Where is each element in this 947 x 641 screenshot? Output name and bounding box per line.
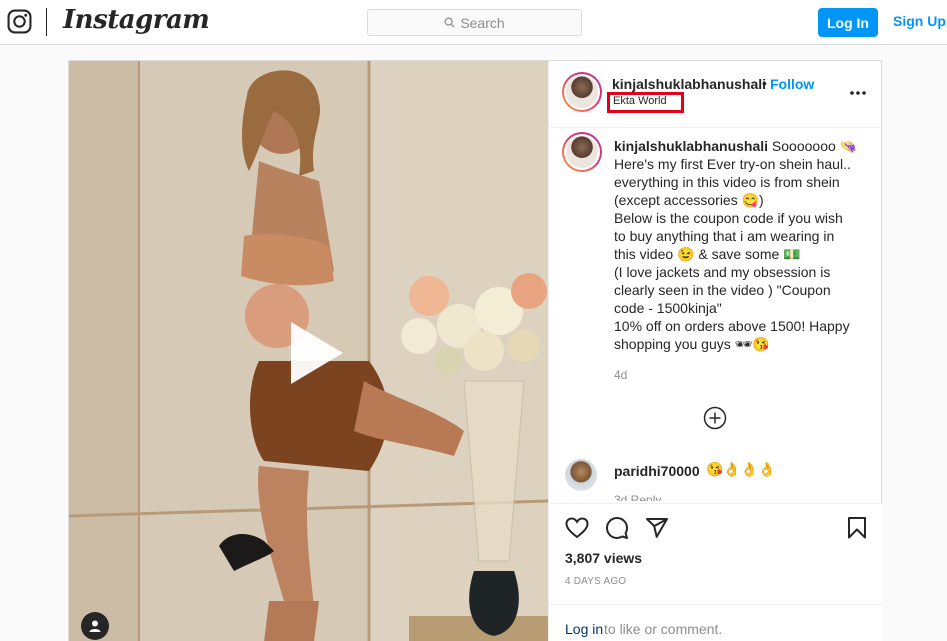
post-age: 4 DAYS AGO <box>565 576 627 587</box>
caption-line: everything in this video is from shein <box>614 174 840 190</box>
caption-line: code - 1500kinja" <box>614 300 722 316</box>
load-more-comments-icon[interactable] <box>703 406 727 430</box>
more-options-icon[interactable] <box>850 91 866 95</box>
location-link[interactable]: Ekta World <box>613 95 667 107</box>
post-caption: kinjalshuklabhanushali Sooooooo 👒 Here's… <box>614 137 869 353</box>
author-username[interactable]: kinjalshuklabhanushali <box>612 76 766 92</box>
caption-line: Below is the coupon code if you wish <box>614 210 843 226</box>
comment-meta: 3d Reply <box>614 493 662 501</box>
post-card: kinjalshuklabhanushali • Follow Ekta Wor… <box>68 60 883 641</box>
caption-line: (I love jackets and my obsession is <box>614 264 831 280</box>
caption-line: 10% off on orders above 1500! Happy <box>614 318 850 334</box>
like-heart-icon[interactable] <box>565 516 589 540</box>
instagram-glyph-icon[interactable] <box>7 9 32 34</box>
top-nav: Instagram Search Log In Sign Up <box>0 0 947 45</box>
caption-author-avatar[interactable] <box>562 132 602 172</box>
play-icon[interactable] <box>279 318 349 388</box>
view-count[interactable]: 3,807 views <box>565 550 642 566</box>
instagram-wordmark[interactable]: Instagram <box>63 5 210 35</box>
caption-line-0: kinjalshuklabhanushali Sooooooo 👒 <box>614 138 858 154</box>
search-placeholder: Search <box>460 14 505 31</box>
commenter-username[interactable]: paridhi70000 <box>614 463 700 479</box>
caption-line: (except accessories 😋) <box>614 192 764 208</box>
search-icon <box>444 17 455 28</box>
log-in-button[interactable]: Log In <box>818 8 878 37</box>
share-plane-icon[interactable] <box>645 516 669 540</box>
login-prompt-text: to like or comment. <box>604 621 723 637</box>
nav-divider <box>46 8 47 36</box>
login-link[interactable]: Log in <box>565 621 603 637</box>
caption-line: clearly seen in the video ) "Coupon <box>614 282 831 298</box>
commenter-avatar[interactable] <box>565 459 597 491</box>
follow-button[interactable]: Follow <box>770 76 814 92</box>
caption-timestamp: 4d <box>614 368 628 382</box>
post-sidebar: kinjalshuklabhanushali • Follow Ekta Wor… <box>548 61 883 641</box>
caption-line: shopping you guys 🕶😘 <box>614 336 770 352</box>
save-bookmark-icon[interactable] <box>845 516 869 540</box>
login-prompt: Log in to like or comment. <box>549 604 883 641</box>
tagged-user-icon[interactable] <box>81 612 109 640</box>
caption-line: to buy anything that i am wearing in <box>614 228 835 244</box>
caption-line: this video 😉 & save some 💵 <box>614 246 801 262</box>
comment-bubble-icon[interactable] <box>605 516 629 540</box>
post-header: kinjalshuklabhanushali • Follow Ekta Wor… <box>549 61 883 128</box>
caption-username[interactable]: kinjalshuklabhanushali <box>614 138 768 154</box>
post-actions: 3,807 views 4 DAYS AGO Log in to like or… <box>549 503 883 641</box>
search-input[interactable]: Search <box>367 9 582 36</box>
sign-up-link[interactable]: Sign Up <box>893 13 946 29</box>
comment-text: 😘👌👌👌 <box>706 461 776 477</box>
caption-line: Here's my first Ever try-on shein haul.. <box>614 156 851 172</box>
post-video[interactable] <box>69 61 548 641</box>
header-separator: • <box>762 75 767 91</box>
author-avatar[interactable] <box>562 72 602 112</box>
